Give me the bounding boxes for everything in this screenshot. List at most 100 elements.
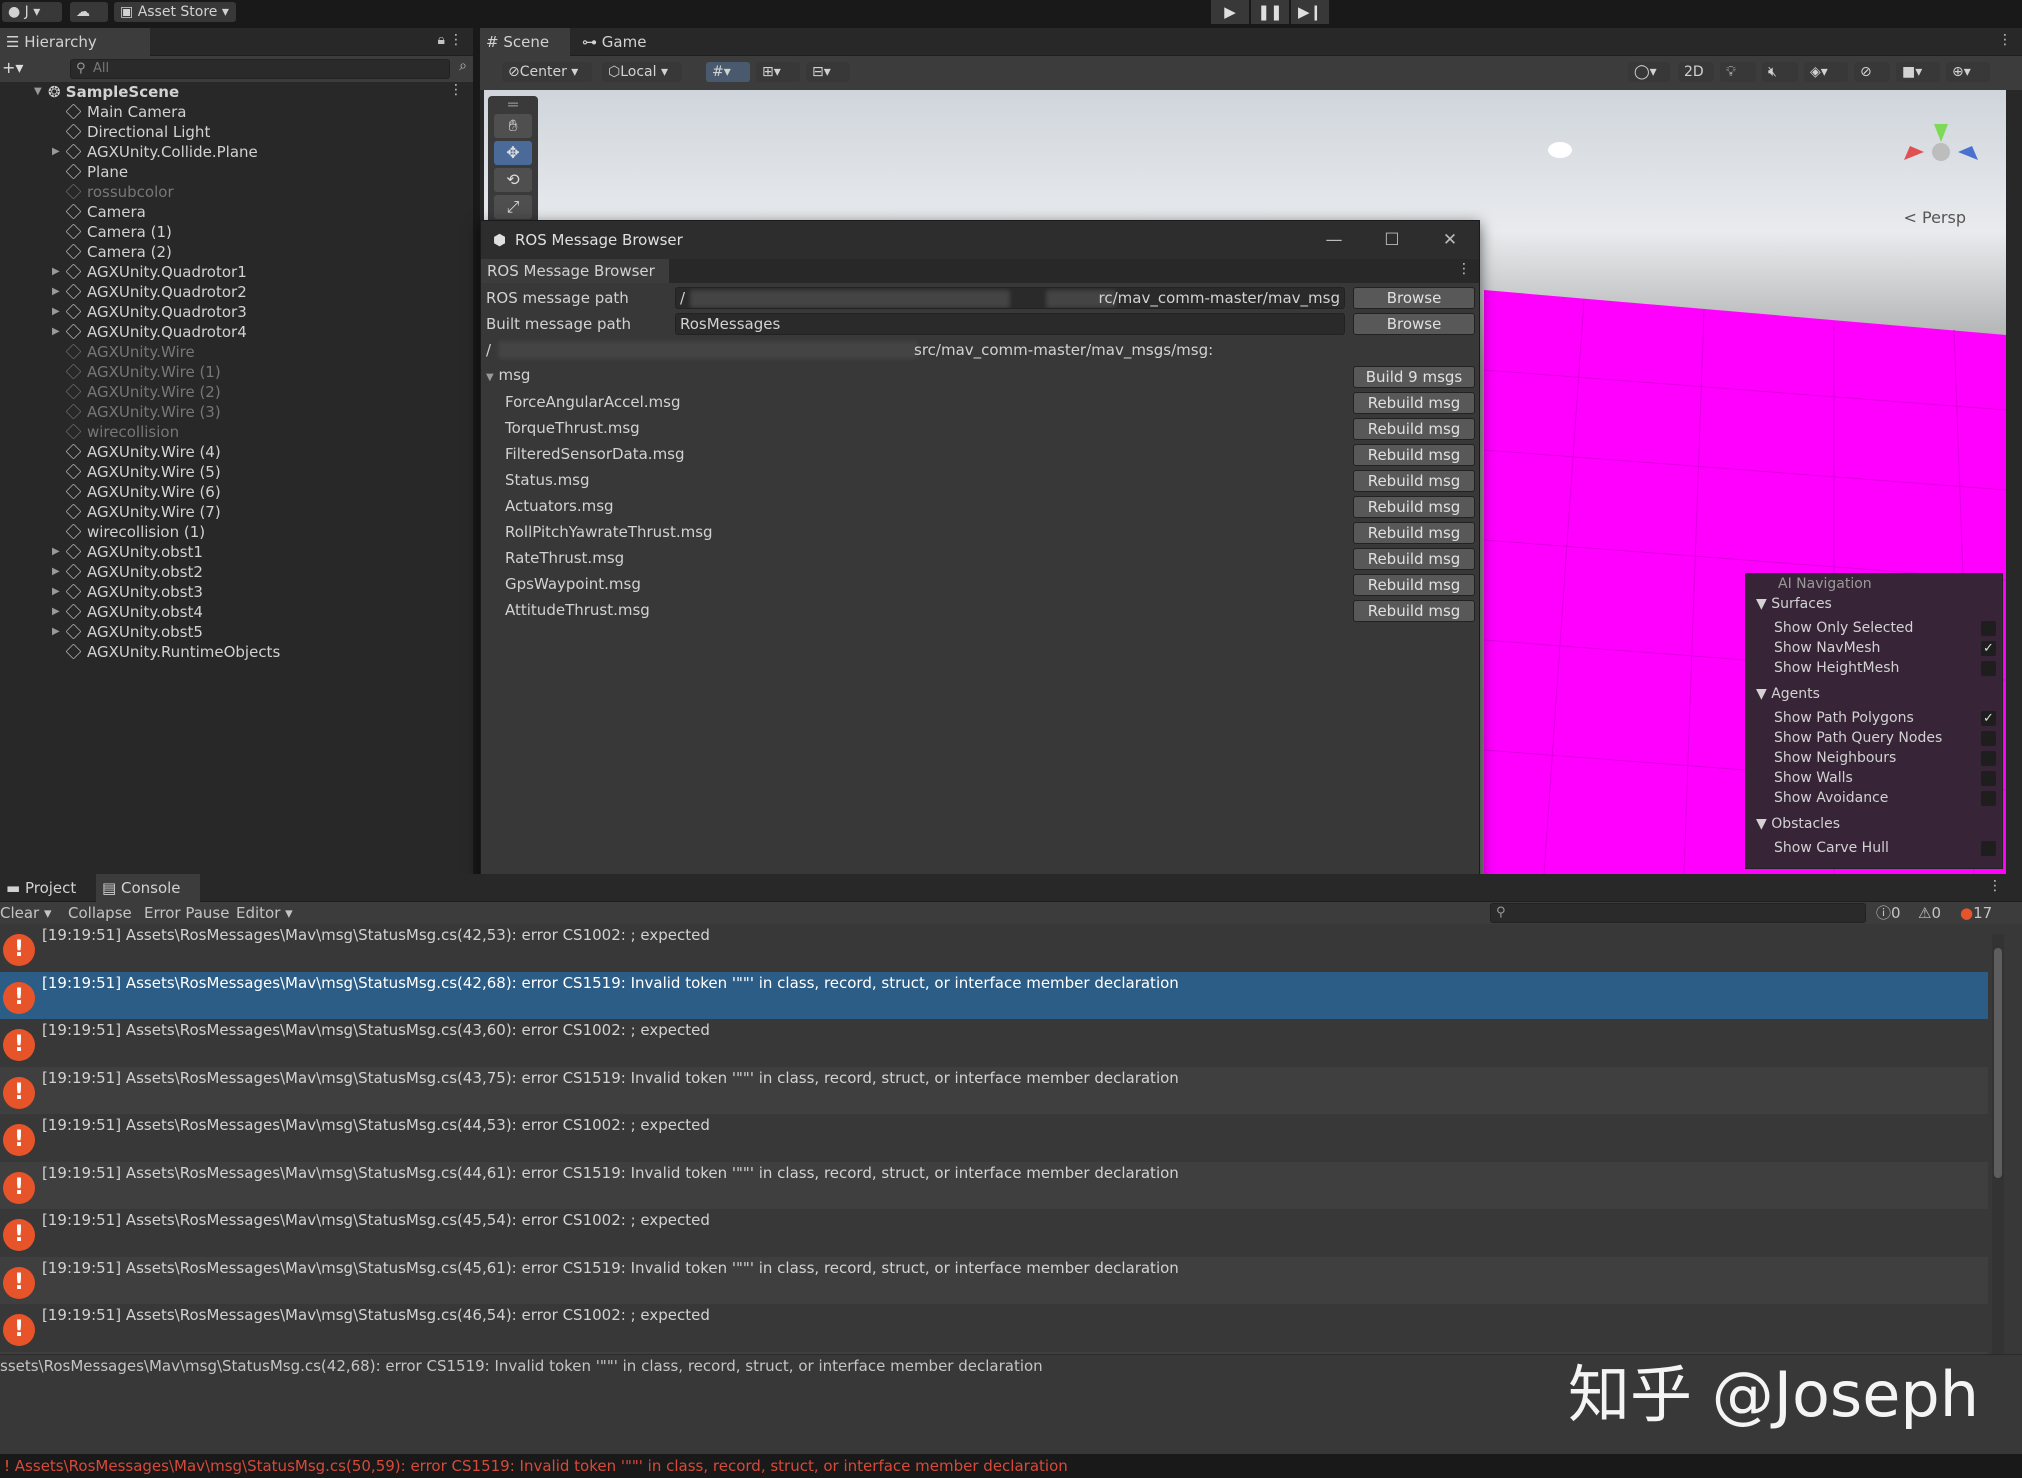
hierarchy-item[interactable]: AGXUnity.Wire (7): [65, 502, 221, 522]
ai-navigation-section[interactable]: ▼ Surfaces: [1746, 594, 2002, 614]
expand-arrow-icon[interactable]: ▶: [52, 322, 60, 342]
hierarchy-item[interactable]: AGXUnity.Wire (5): [65, 462, 221, 482]
rebuild-msg-button[interactable]: Rebuild msg: [1353, 418, 1475, 440]
expand-arrow-icon[interactable]: ▶: [52, 142, 60, 162]
hierarchy-item[interactable]: AGXUnity.Wire (2): [65, 382, 221, 402]
increment-snap-button[interactable]: ⊟▾: [806, 62, 850, 82]
console-scrollbar[interactable]: [1992, 934, 2004, 1354]
expand-arrow-icon[interactable]: ▼: [1756, 596, 1771, 612]
add-object-button[interactable]: +▾: [2, 58, 23, 77]
collapse-toggle[interactable]: Collapse: [68, 902, 132, 924]
move-tool-button[interactable]: ✥: [494, 141, 532, 165]
rebuild-msg-button[interactable]: Rebuild msg: [1353, 548, 1475, 570]
console-log-entry[interactable]: ! [19:19:51] Assets\RosMessages\Mav\msg\S…: [0, 924, 1988, 972]
error-filter-toggle[interactable]: ●17: [1960, 902, 1992, 924]
step-button[interactable]: ▶❙: [1291, 0, 1329, 24]
close-button[interactable]: ✕: [1421, 221, 1479, 259]
checkbox-unchecked[interactable]: [1981, 841, 1996, 856]
expand-arrow-icon[interactable]: ▶: [52, 282, 60, 302]
tab-game[interactable]: ⊶ Game: [576, 28, 666, 56]
hierarchy-item[interactable]: ▶ AGXUnity.obst5: [52, 622, 203, 642]
console-more-icon[interactable]: ⋮: [1988, 878, 2002, 894]
hand-tool-button[interactable]: ✋︎: [494, 114, 532, 138]
hierarchy-item[interactable]: AGXUnity.Wire (6): [65, 482, 221, 502]
expand-arrow-icon[interactable]: ▼: [34, 82, 42, 102]
ros-more-icon[interactable]: ⋮: [1457, 261, 1471, 277]
checkbox-unchecked[interactable]: [1981, 751, 1996, 766]
rebuild-msg-button[interactable]: Rebuild msg: [1353, 470, 1475, 492]
expand-arrow-icon[interactable]: ▶: [52, 602, 60, 622]
hierarchy-item[interactable]: AGXUnity.Wire (1): [65, 362, 221, 382]
hierarchy-item[interactable]: AGXUnity.Wire (3): [65, 402, 221, 422]
expand-arrow-icon[interactable]: ▼: [1756, 686, 1771, 702]
play-button[interactable]: ▶: [1211, 0, 1249, 24]
hierarchy-item[interactable]: ▶ AGXUnity.obst4: [52, 602, 203, 622]
2d-toggle[interactable]: 2D: [1678, 62, 1714, 82]
hierarchy-item[interactable]: Camera: [65, 202, 146, 222]
ai-navigation-option[interactable]: Show Only Selected: [1746, 618, 2002, 638]
scene-more-icon[interactable]: ⋮: [449, 82, 463, 98]
account-dropdown[interactable]: ● J ▾: [2, 2, 62, 22]
expand-arrow-icon[interactable]: ▶: [52, 582, 60, 602]
console-scrollbar-thumb[interactable]: [1994, 948, 2002, 1178]
ai-navigation-option[interactable]: Show Path Polygons ✓: [1746, 708, 2002, 728]
hierarchy-item[interactable]: wirecollision: [65, 422, 179, 442]
msg-folder-row[interactable]: ▼ msg: [486, 364, 530, 389]
grid-snap-button[interactable]: #▾: [706, 62, 750, 82]
hierarchy-item[interactable]: Camera (2): [65, 242, 172, 262]
expand-arrow-icon[interactable]: ▶: [52, 622, 60, 642]
rebuild-msg-button[interactable]: Rebuild msg: [1353, 600, 1475, 622]
hierarchy-item[interactable]: AGXUnity.Wire (4): [65, 442, 221, 462]
hierarchy-item[interactable]: AGXUnity.RuntimeObjects: [65, 642, 280, 662]
build-all-msgs-button[interactable]: Build 9 msgs: [1353, 366, 1475, 388]
grid-visibility-button[interactable]: ⊞▾: [756, 62, 800, 82]
console-log-entry[interactable]: ! [19:19:51] Assets\RosMessages\Mav\msg\S…: [0, 971, 1988, 1020]
console-log-entry[interactable]: ! [19:19:51] Assets\RosMessages\Mav\msg\S…: [0, 1161, 1988, 1210]
tab-console[interactable]: ▤ Console: [96, 874, 200, 902]
console-log-entry[interactable]: ! [19:19:51] Assets\RosMessages\Mav\msg\S…: [0, 1209, 1988, 1257]
audio-toggle[interactable]: 🔇︎: [1762, 62, 1798, 82]
scene-root[interactable]: ▼ ❂ SampleScene: [34, 82, 179, 102]
expand-arrow-icon[interactable]: ▶: [52, 302, 60, 322]
checkbox-unchecked[interactable]: [1981, 791, 1996, 806]
ai-navigation-section[interactable]: ▼ Agents: [1746, 684, 2002, 704]
perspective-label[interactable]: < Persp: [1904, 208, 1966, 227]
draw-mode-dropdown[interactable]: ◯▾: [1628, 62, 1670, 82]
hierarchy-search-input[interactable]: ⚲ All: [70, 59, 450, 79]
tab-project[interactable]: ▬ Project: [0, 874, 92, 902]
hierarchy-item[interactable]: wirecollision (1): [65, 522, 205, 542]
console-log-entry[interactable]: ! [19:19:51] Assets\RosMessages\Mav\msg\S…: [0, 1256, 1988, 1305]
effects-dropdown[interactable]: ◈▾: [1804, 62, 1848, 82]
gizmos-dropdown[interactable]: ⊕▾: [1946, 62, 1990, 82]
console-log-entry[interactable]: ! [19:19:51] Assets\RosMessages\Mav\msg\S…: [0, 1066, 1988, 1115]
scene-more-icon[interactable]: ⋮: [1998, 32, 2012, 48]
hierarchy-item[interactable]: ▶ AGXUnity.Quadrotor2: [52, 282, 247, 302]
minimize-button[interactable]: —: [1305, 221, 1363, 259]
browse-built-path-button[interactable]: Browse: [1353, 313, 1475, 335]
console-log-entry[interactable]: ! [19:19:51] Assets\RosMessages\Mav\msg\S…: [0, 1019, 1988, 1067]
hierarchy-item[interactable]: Camera (1): [65, 222, 172, 242]
console-log-entry[interactable]: ! [19:19:51] Assets\RosMessages\Mav\msg\S…: [0, 1114, 1988, 1162]
checkbox-checked[interactable]: ✓: [1981, 711, 1996, 726]
hierarchy-item[interactable]: Directional Light: [65, 122, 210, 142]
scene-search-icon[interactable]: ⌕: [459, 58, 467, 74]
ai-navigation-option[interactable]: Show HeightMesh: [1746, 658, 2002, 678]
expand-arrow-icon[interactable]: ▼: [1756, 816, 1771, 832]
tools-handle-icon[interactable]: ═: [494, 97, 532, 113]
ros-path-field[interactable]: / rc/mav_comm-master/mav_msg: [675, 287, 1345, 309]
ai-navigation-option[interactable]: Show Walls: [1746, 768, 2002, 788]
hidden-objects-toggle[interactable]: ⊘: [1854, 62, 1890, 82]
hierarchy-item[interactable]: AGXUnity.Wire: [65, 342, 195, 362]
ai-navigation-option[interactable]: Show Neighbours: [1746, 748, 2002, 768]
editor-dropdown[interactable]: Editor ▾: [236, 902, 293, 924]
rotate-tool-button[interactable]: ⟲: [494, 168, 532, 192]
hierarchy-item[interactable]: Main Camera: [65, 102, 186, 122]
ai-navigation-option[interactable]: Show Path Query Nodes: [1746, 728, 2002, 748]
error-pause-toggle[interactable]: Error Pause: [144, 902, 229, 924]
hierarchy-item[interactable]: ▶ AGXUnity.obst1: [52, 542, 203, 562]
tab-ros-message-browser[interactable]: ROS Message Browser: [481, 259, 669, 283]
hierarchy-item[interactable]: ▶ AGXUnity.Quadrotor1: [52, 262, 247, 282]
expand-arrow-icon[interactable]: ▶: [52, 562, 60, 582]
clear-button[interactable]: Clear ▾: [0, 902, 52, 924]
hierarchy-item[interactable]: ▶ AGXUnity.obst3: [52, 582, 203, 602]
